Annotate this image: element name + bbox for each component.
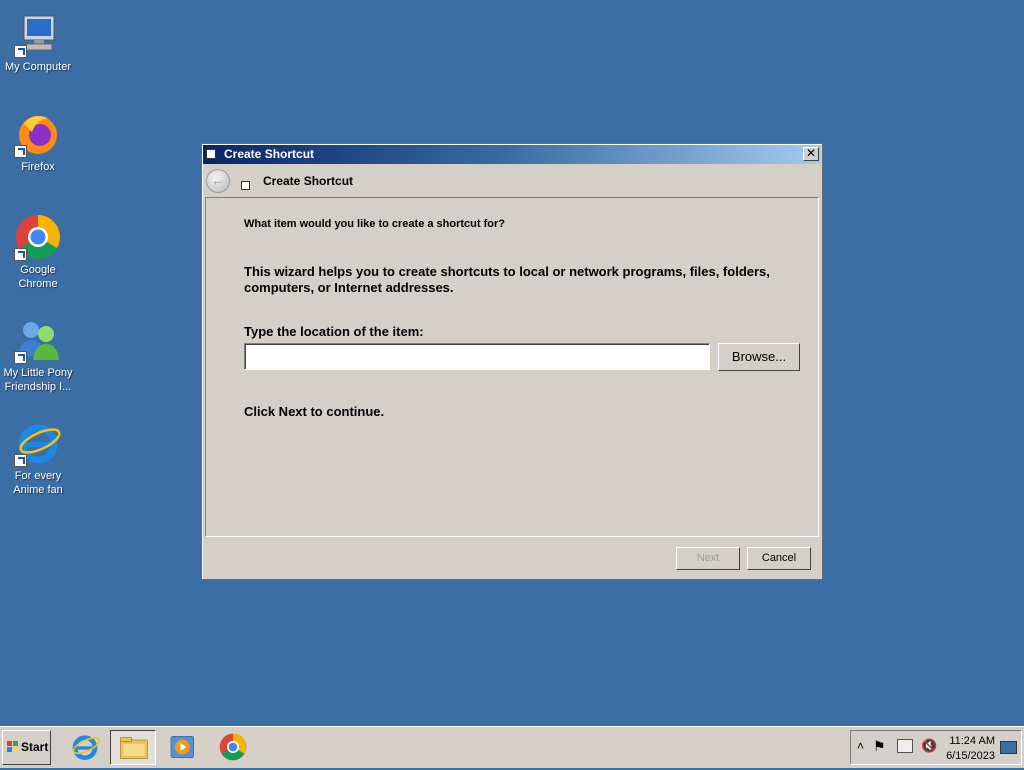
- taskbar-google-chrome[interactable]: [210, 730, 256, 765]
- system-tray: ˄ ⚑ 🔇 11:24 AM 6/15/2023: [850, 730, 1022, 765]
- desktop-icon-label: Google Chrome: [18, 264, 58, 290]
- clock-time[interactable]: 11:24 AM: [949, 735, 995, 747]
- start-button[interactable]: Start: [2, 730, 51, 765]
- wizard-nav: ← Create Shortcut: [202, 165, 822, 197]
- shortcut-icon: [206, 149, 216, 159]
- desktop-icon-label: My Little Pony Friendship I...: [3, 367, 73, 393]
- title-bar[interactable]: Create Shortcut ✕: [203, 145, 821, 164]
- show-desktop-icon[interactable]: [1000, 741, 1017, 754]
- internet-explorer-icon: [14, 419, 62, 467]
- users-icon: [14, 316, 62, 364]
- shortcut-arrow-icon: [14, 45, 27, 58]
- desktop-icon-my-little-pony[interactable]: My Little Pony Friendship I...: [0, 316, 76, 394]
- cancel-button[interactable]: Cancel: [747, 547, 811, 570]
- shortcut-arrow-icon: [14, 454, 27, 467]
- taskbar: Start ˄ ⚑ 🔇 11:24 AM 6/15/2023: [0, 726, 1024, 768]
- start-label: Start: [21, 740, 49, 754]
- taskbar-file-explorer[interactable]: [110, 730, 156, 765]
- shortcut-arrow-icon: [14, 248, 27, 261]
- chrome-icon: [14, 213, 62, 261]
- firefox-icon: [14, 110, 62, 158]
- internet-explorer-icon: [72, 735, 101, 760]
- continue-text: Click Next to continue.: [244, 404, 385, 419]
- shortcut-arrow-icon: [14, 145, 27, 158]
- create-shortcut-dialog: Create Shortcut ✕ ← Create Shortcut What…: [201, 143, 823, 580]
- volume-muted-icon[interactable]: 🔇: [921, 738, 937, 754]
- close-button[interactable]: ✕: [803, 147, 819, 161]
- desktop-icon-firefox[interactable]: Firefox: [0, 110, 76, 174]
- desktop-icon-my-computer[interactable]: My Computer: [0, 10, 76, 74]
- desktop-icon-label: Firefox: [21, 161, 55, 173]
- next-button[interactable]: Next: [676, 547, 740, 570]
- wizard-question: What item would you like to create a sho…: [244, 218, 505, 230]
- network-icon[interactable]: [897, 739, 913, 753]
- dialog-title: Create Shortcut: [224, 147, 315, 161]
- computer-icon: [14, 10, 62, 58]
- wizard-title: Create Shortcut: [263, 174, 354, 188]
- location-label: Type the location of the item:: [244, 324, 424, 339]
- desktop-icon-google-chrome[interactable]: Google Chrome: [0, 213, 76, 291]
- desktop-icon-label: My Computer: [4, 61, 72, 73]
- back-arrow-icon[interactable]: ←: [206, 169, 230, 193]
- media-player-icon: [170, 736, 194, 758]
- taskbar-internet-explorer[interactable]: [62, 730, 108, 765]
- shortcut-icon: [241, 181, 250, 190]
- shortcut-arrow-icon: [14, 351, 27, 364]
- location-input[interactable]: [244, 343, 710, 370]
- taskbar-media-player[interactable]: [160, 730, 206, 765]
- windows-logo-icon: [7, 741, 18, 752]
- desktop-icon-for-every-anime-fan[interactable]: For every Anime fan: [0, 419, 76, 497]
- wizard-description: This wizard helps you to create shortcut…: [244, 264, 770, 295]
- browse-button[interactable]: Browse...: [718, 343, 800, 371]
- chrome-icon: [219, 733, 247, 761]
- folder-icon: [120, 737, 148, 759]
- wizard-panel: What item would you like to create a sho…: [205, 197, 819, 537]
- clock-date[interactable]: 6/15/2023: [946, 750, 995, 762]
- show-hidden-icons-icon[interactable]: ˄: [857, 739, 864, 753]
- flag-icon[interactable]: ⚑: [873, 738, 886, 755]
- desktop-icon-label: For every Anime fan: [13, 470, 63, 496]
